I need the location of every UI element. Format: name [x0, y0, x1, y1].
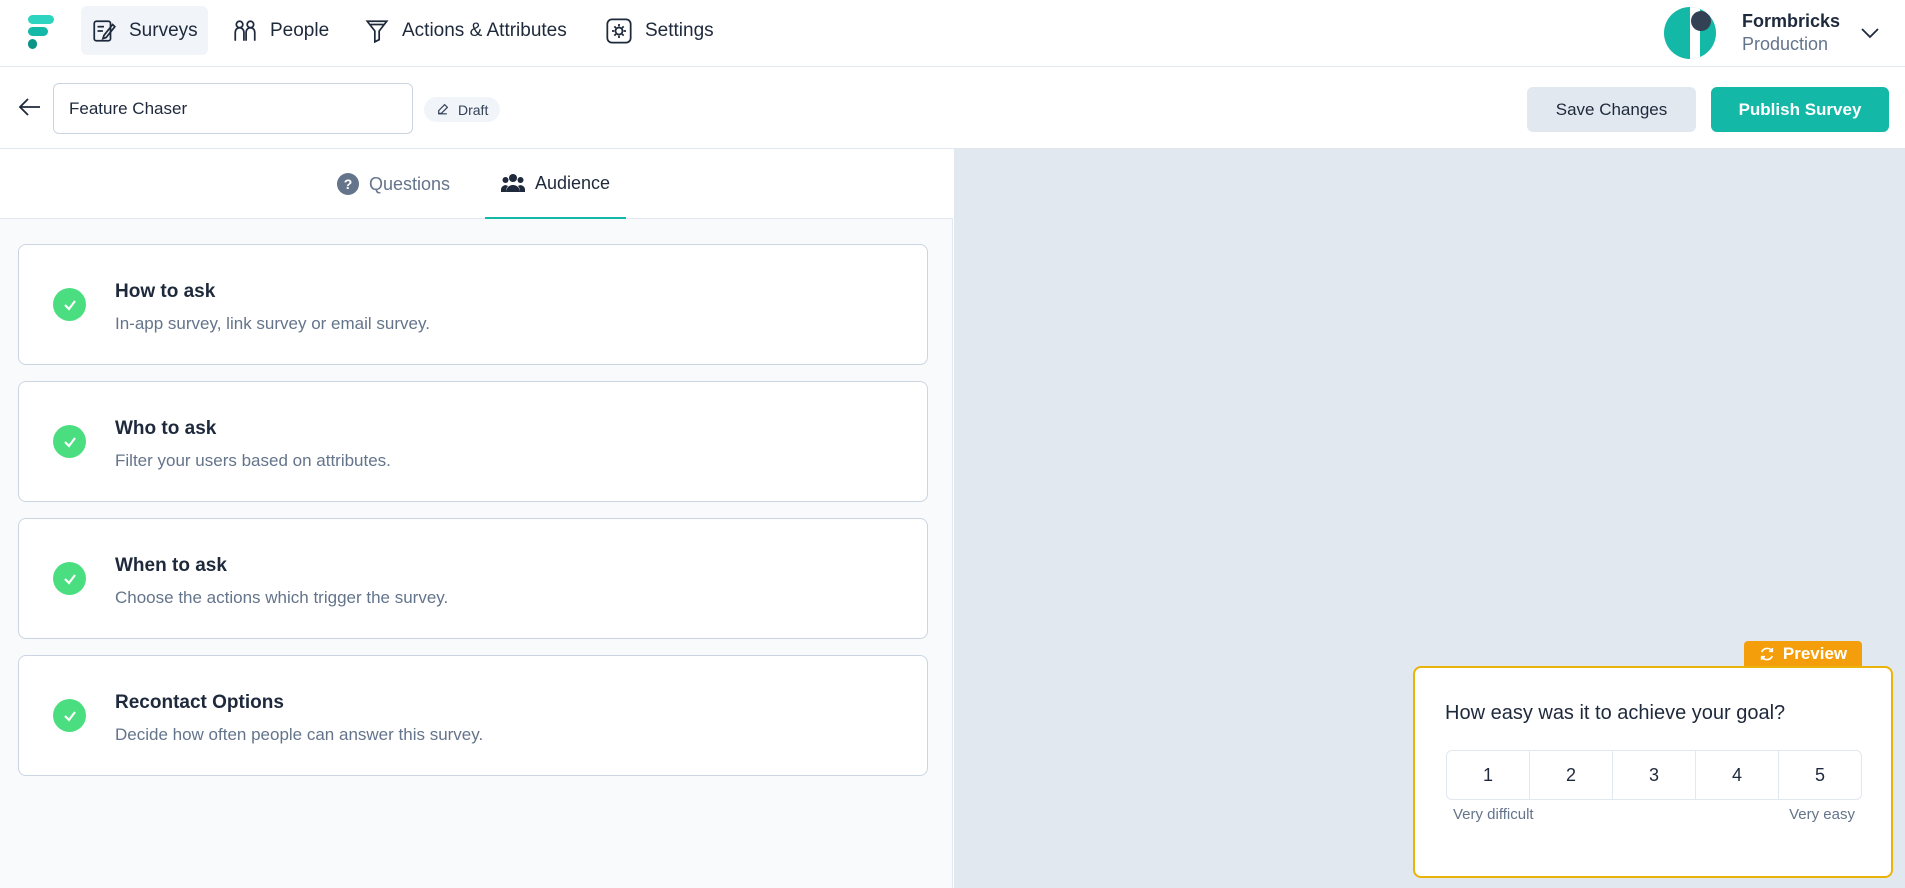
card-title: Recontact Options [115, 692, 284, 713]
formbricks-logo-icon[interactable] [28, 15, 56, 49]
card-description: Choose the actions which trigger the sur… [115, 588, 449, 607]
nav-settings-label: Settings [645, 19, 714, 41]
nav-people-label: People [270, 19, 330, 41]
nav-surveys-label: Surveys [129, 19, 198, 41]
survey-editor-header: Draft Save Changes Publish Survey [0, 67, 1905, 149]
save-changes-button[interactable]: Save Changes [1527, 87, 1696, 132]
account-menu[interactable]: Formbricks Production [1664, 6, 1894, 60]
rating-option[interactable]: 1 [1447, 751, 1530, 799]
preview-question: How easy was it to achieve your goal? [1445, 702, 1786, 724]
nav-settings[interactable]: Settings [595, 6, 724, 55]
nav-actions-attributes[interactable]: Actions & Attributes [354, 6, 577, 55]
filter-icon [365, 19, 389, 43]
tab-questions-label: Questions [369, 173, 451, 194]
editor-panel: ? Questions Audience How to ask In-app s… [0, 149, 953, 888]
rating-option[interactable]: 2 [1530, 751, 1613, 799]
pencil-icon [438, 103, 449, 115]
survey-preview: How easy was it to achieve your goal? 1 … [1413, 666, 1893, 878]
preview-tag[interactable]: Preview [1744, 641, 1862, 667]
card-title: Who to ask [115, 418, 217, 439]
chevron-down-icon[interactable] [1860, 26, 1880, 40]
status-badge: Draft [424, 97, 501, 122]
editor-tabs: ? Questions Audience [0, 149, 953, 219]
account-environment: Production [1742, 34, 1829, 54]
nav-actions-attributes-label: Actions & Attributes [402, 19, 567, 41]
status-badge-label: Draft [458, 101, 489, 118]
card-description: In-app survey, link survey or email surv… [115, 314, 430, 333]
top-navigation: Surveys People Actions & Attributes Sett… [0, 0, 1905, 67]
check-circle-icon [53, 425, 86, 458]
account-name: Formbricks [1742, 11, 1841, 31]
publish-survey-button[interactable]: Publish Survey [1711, 87, 1889, 132]
card-title: How to ask [115, 281, 216, 302]
rating-option[interactable]: 4 [1696, 751, 1779, 799]
card-who-to-ask[interactable]: Who to ask Filter your users based on at… [18, 381, 928, 502]
back-arrow-icon[interactable] [18, 97, 42, 117]
card-when-to-ask[interactable]: When to ask Choose the actions which tri… [18, 518, 928, 639]
card-recontact-options[interactable]: Recontact Options Decide how often peopl… [18, 655, 928, 776]
rating-lower-label: Very difficult [1453, 806, 1534, 823]
survey-title-input[interactable] [53, 83, 413, 134]
tab-audience-label: Audience [534, 172, 611, 193]
users-group-icon [500, 174, 525, 192]
avatar [1664, 7, 1716, 59]
rating-scale: 1 2 3 4 5 [1446, 750, 1862, 800]
check-circle-icon [53, 562, 86, 595]
card-description: Filter your users based on attributes. [115, 451, 391, 470]
nav-surveys[interactable]: Surveys [81, 6, 208, 55]
card-title: When to ask [115, 555, 227, 576]
svg-text:?: ? [344, 176, 353, 192]
people-icon [234, 19, 256, 41]
rating-option[interactable]: 5 [1779, 751, 1861, 799]
card-description: Decide how often people can answer this … [115, 725, 484, 744]
settings-gear-icon [606, 17, 632, 44]
preview-tag-label: Preview [1782, 644, 1848, 663]
check-circle-icon [53, 288, 86, 321]
nav-people[interactable]: People [222, 6, 339, 55]
rating-upper-label: Very easy [1789, 806, 1855, 823]
refresh-icon [1760, 647, 1773, 661]
tab-audience[interactable]: Audience [485, 149, 626, 219]
question-circle-icon: ? [337, 173, 359, 195]
rating-option[interactable]: 3 [1613, 751, 1696, 799]
tab-questions[interactable]: ? Questions [337, 149, 450, 219]
card-how-to-ask[interactable]: How to ask In-app survey, link survey or… [18, 244, 928, 365]
check-circle-icon [53, 699, 86, 732]
survey-edit-icon [93, 19, 116, 42]
